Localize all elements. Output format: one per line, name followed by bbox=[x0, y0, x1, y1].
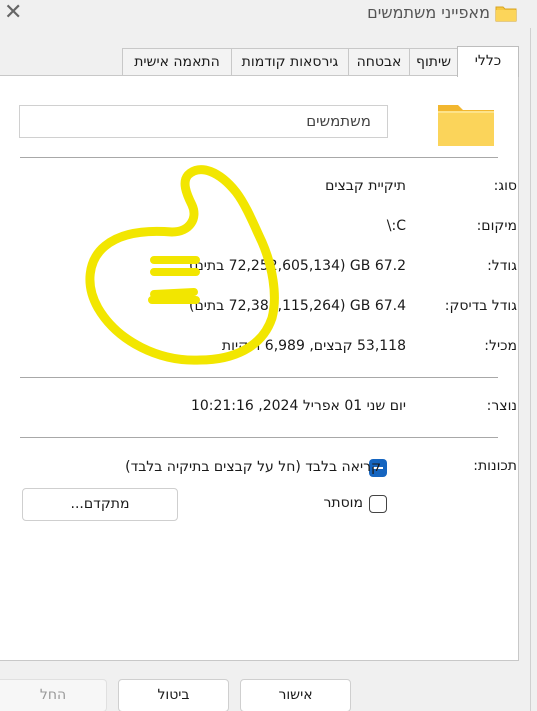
tab-previous-versions[interactable]: גירסאות קודמות bbox=[231, 48, 349, 76]
divider bbox=[20, 437, 498, 438]
contains-label: מכיל: bbox=[484, 338, 517, 354]
tab-strip: כללי שיתוף אבטחה גירסאות קודמות התאמה אי… bbox=[96, 46, 519, 77]
attributes-label: תכונות: bbox=[473, 458, 517, 474]
type-label: סוג: bbox=[493, 178, 517, 194]
cancel-button[interactable]: ביטול bbox=[118, 679, 229, 711]
folder-name-field[interactable]: משתמשים bbox=[19, 105, 388, 138]
divider bbox=[20, 377, 498, 378]
tab-customize[interactable]: התאמה אישית bbox=[122, 48, 232, 76]
contains-value: 53,118 קבצים, 6,989 תיקיות bbox=[221, 338, 406, 354]
divider bbox=[20, 157, 498, 158]
created-label: נוצר: bbox=[486, 398, 517, 414]
folder-icon bbox=[438, 105, 494, 146]
size-label: גודל: bbox=[487, 258, 517, 274]
window-edge bbox=[530, 28, 531, 711]
created-value: יום שני 01 אפריל 2024, 10:21:16 bbox=[190, 398, 406, 414]
location-value: C:\ bbox=[386, 218, 406, 234]
tab-general[interactable]: כללי bbox=[457, 46, 519, 77]
folder-icon bbox=[495, 6, 517, 22]
window-title: מאפייני משתמשים bbox=[367, 3, 490, 22]
location-label: מיקום: bbox=[476, 218, 517, 234]
general-panel bbox=[0, 75, 519, 661]
close-icon[interactable]: ✕ bbox=[4, 0, 22, 26]
advanced-button[interactable]: מתקדם... bbox=[22, 488, 178, 521]
apply-button[interactable]: החל bbox=[0, 679, 107, 711]
hidden-label: מוסתר bbox=[323, 495, 363, 511]
readonly-label: קריאה בלבד (חל על קבצים בתיקיה בלבד) bbox=[125, 459, 381, 475]
title-bar: מאפייני משתמשים ✕ bbox=[0, 0, 537, 28]
tab-security[interactable]: אבטחה bbox=[348, 48, 410, 76]
size-on-disk-value: 67.4 GB (72,383,115,264 בתים) bbox=[189, 298, 406, 314]
type-value: תיקיית קבצים bbox=[325, 178, 406, 194]
size-value: 67.2 GB (72,252,605,134 בתים) bbox=[189, 258, 406, 274]
tab-sharing[interactable]: שיתוף bbox=[409, 48, 458, 76]
hidden-checkbox[interactable] bbox=[369, 495, 387, 513]
size-on-disk-label: גודל בדיסק: bbox=[444, 298, 517, 314]
ok-button[interactable]: אישור bbox=[240, 679, 351, 711]
